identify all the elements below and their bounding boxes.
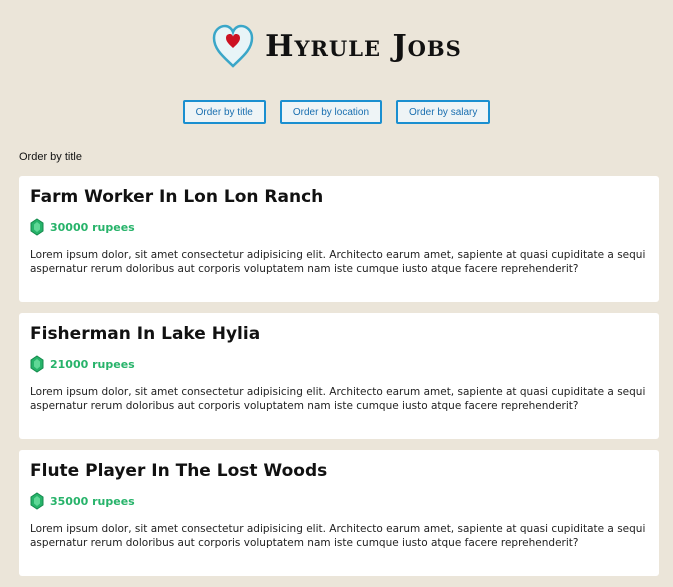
current-order-label: Order by title <box>19 151 82 163</box>
job-card: Farm Worker In Lon Lon Ranch 30000 rupee… <box>19 176 659 302</box>
salary-value: 35000 rupees <box>50 494 135 508</box>
job-description: Lorem ipsum dolor, sit amet consectetur … <box>30 249 646 275</box>
salary-value: 21000 rupees <box>50 357 135 371</box>
order-by-salary-button[interactable]: Order by salary <box>396 100 491 124</box>
job-title: Flute Player In The Lost Woods <box>30 461 328 481</box>
rupee-icon <box>30 218 44 236</box>
job-description: Lorem ipsum dolor, sit amet consectetur … <box>30 386 646 412</box>
job-title: Fisherman In Lake Hylia <box>30 324 261 344</box>
job-card: Flute Player In The Lost Woods 35000 rup… <box>19 450 659 576</box>
job-salary: 21000 rupees <box>30 355 648 373</box>
job-description: Lorem ipsum dolor, sit amet consectetur … <box>30 523 646 549</box>
rupee-icon <box>30 355 44 373</box>
job-list: Farm Worker In Lon Lon Ranch 30000 rupee… <box>19 176 659 587</box>
order-by-title-button[interactable]: Order by title <box>182 100 266 124</box>
heart-container-icon <box>212 24 254 68</box>
salary-value: 30000 rupees <box>50 220 135 234</box>
site-title: Hyrule Jobs <box>265 28 462 64</box>
job-title: Farm Worker In Lon Lon Ranch <box>30 187 324 207</box>
order-by-location-button[interactable]: Order by location <box>279 100 383 124</box>
sort-button-group: Order by title Order by location Order b… <box>0 100 673 124</box>
rupee-icon <box>30 492 44 510</box>
job-card: Fisherman In Lake Hylia 21000 rupees Lor… <box>19 313 659 439</box>
job-salary: 35000 rupees <box>30 492 648 510</box>
job-salary: 30000 rupees <box>30 218 648 236</box>
site-header: Hyrule Jobs <box>0 20 673 72</box>
